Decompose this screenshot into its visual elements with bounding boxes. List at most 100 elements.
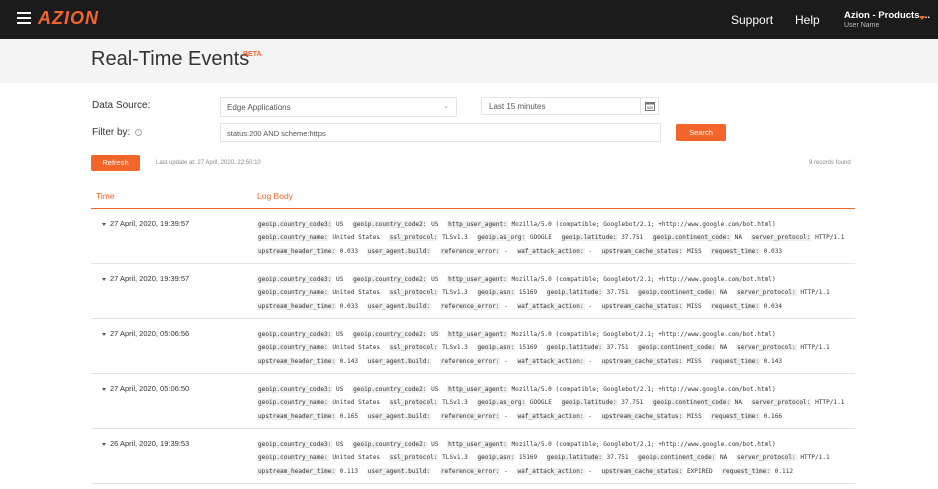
log-field-value: - (588, 247, 592, 255)
log-body: geoip.country_code3: US geoip.country_co… (257, 328, 853, 368)
log-field: geoip.country_name: United States (257, 344, 380, 352)
row-time[interactable]: 27 April, 2020, 19:39:57 (102, 274, 189, 283)
log-field-value: NA (719, 454, 728, 462)
calendar-icon[interactable] (640, 98, 658, 114)
log-field: server_protocol: HTTP/1.1 (736, 344, 830, 352)
log-field-key: waf_attack_action: (516, 357, 585, 365)
log-field-key: geoip.asn: (476, 454, 516, 462)
log-field-key: ssl_protocol: (388, 344, 439, 352)
page-title: Real-Time Events (91, 48, 250, 70)
expand-caret-icon[interactable] (102, 387, 106, 391)
log-field-value: 0.033 (339, 302, 359, 310)
log-field-value: GOOGLE (529, 399, 552, 407)
log-field: server_protocol: HTTP/1.1 (750, 234, 845, 242)
log-field: reference_error: - (439, 412, 508, 420)
log-field-key: upstream_cache_status: (600, 467, 684, 475)
log-field-value: 37.751 (606, 454, 629, 462)
account-menu[interactable]: Azion - Products ... User Name (844, 10, 930, 29)
log-field-key: request_time: (710, 357, 761, 365)
records-count: 9 records found (809, 160, 851, 166)
log-field-value: - (504, 247, 508, 255)
log-field-value: 0.143 (763, 357, 783, 365)
log-field-key: http_user_agent: (447, 221, 508, 228)
log-field: server_protocol: HTTP/1.1 (736, 289, 830, 297)
table-row[interactable]: 27 April, 2020, 19:39:57 geoip.country_co… (91, 209, 855, 264)
log-field-value: US (336, 386, 344, 393)
log-field: geoip.country_code3: US (257, 386, 343, 393)
help-link[interactable]: Help (795, 13, 820, 27)
log-field-value: US (431, 221, 439, 228)
table-row[interactable]: 27 April, 2020, 05:06:50 geoip.country_co… (91, 374, 855, 429)
log-field-value: Mozilla/5.0 (compatible; Googlebot/2.1; … (511, 331, 776, 338)
support-link[interactable]: Support (731, 13, 773, 27)
beta-badge: BETA (243, 51, 262, 58)
log-field: ssl_protocol: TLSv1.3 (388, 399, 468, 407)
log-field-key: request_time: (710, 247, 761, 255)
log-field: geoip.latitude: 37.751 (545, 344, 629, 352)
date-range-input[interactable]: Last 15 minutes (481, 97, 659, 115)
log-field-key: geoip.asn: (476, 289, 516, 297)
log-field: geoip.country_code2: US (352, 276, 438, 283)
log-field: geoip.country_name: United States (257, 399, 380, 407)
row-time[interactable]: 26 April, 2020, 19:39:53 (102, 439, 189, 448)
log-field-value: US (336, 221, 344, 228)
chevron-down-icon[interactable] (919, 16, 925, 20)
log-field: geoip.country_code3: US (257, 441, 343, 448)
log-field-key: reference_error: (439, 302, 501, 310)
log-field: upstream_header_time: 0.143 (257, 357, 358, 365)
column-header-log-body[interactable]: Log Body (257, 191, 293, 201)
log-field-key: user_agent.build: (366, 357, 432, 365)
row-time[interactable]: 27 April, 2020, 19:39:57 (102, 219, 189, 228)
filter-input[interactable]: status:200 AND scheme:https (220, 123, 661, 142)
row-time[interactable]: 27 April, 2020, 05:06:50 (102, 384, 189, 393)
row-time[interactable]: 27 April, 2020, 05:06:56 (102, 329, 189, 338)
log-field: geoip.continent_code: NA (637, 344, 727, 352)
log-field-value: 0.165 (339, 412, 359, 420)
log-field-key: geoip.latitude: (560, 399, 618, 407)
row-time-text: 27 April, 2020, 05:06:56 (110, 329, 190, 338)
info-icon[interactable]: i (135, 128, 143, 136)
log-field-key: geoip.country_code3: (257, 441, 333, 448)
log-field-value: HTTP/1.1 (815, 234, 845, 242)
log-field: geoip.continent_code: NA (651, 399, 742, 407)
expand-caret-icon[interactable] (102, 442, 106, 446)
log-field-value: 15169 (518, 454, 538, 462)
column-header-time[interactable]: Time (96, 191, 115, 201)
filter-value: status:200 AND scheme:https (227, 129, 326, 138)
azion-logo[interactable]: AZION (38, 8, 99, 29)
expand-caret-icon[interactable] (102, 222, 106, 226)
log-field: upstream_header_time: 0.033 (257, 247, 359, 255)
log-field: upstream_cache_status: MISS (600, 412, 702, 420)
log-field: geoip.continent_code: NA (637, 454, 728, 462)
log-field: http_user_agent: Mozilla/5.0 (compatible… (447, 221, 776, 228)
log-field: geoip.as_org: GOOGLE (476, 234, 552, 242)
log-field-value: US (336, 441, 344, 448)
log-field: reference_error: - (439, 302, 508, 310)
log-field: request_time: 0.112 (721, 467, 793, 475)
log-field-key: http_user_agent: (447, 441, 508, 448)
expand-caret-icon[interactable] (102, 332, 106, 336)
log-field: user_agent.build: (366, 357, 435, 365)
data-source-value: Edge Applications (227, 103, 291, 112)
log-field-key: geoip.asn: (476, 344, 516, 352)
log-field-value: 0.033 (339, 247, 359, 255)
log-field-key: geoip.country_name: (257, 344, 329, 352)
menu-icon[interactable] (17, 12, 31, 24)
refresh-button[interactable]: Refresh (91, 155, 140, 171)
table-row[interactable]: 27 April, 2020, 05:06:56 geoip.country_co… (91, 319, 855, 374)
data-source-select[interactable]: Edge Applications ⌄ (220, 97, 457, 117)
log-field-key: waf_attack_action: (516, 467, 585, 475)
log-field-key: user_agent.build: (366, 302, 432, 310)
table-row[interactable]: 26 April, 2020, 19:39:53 geoip.country_co… (91, 429, 855, 484)
search-button[interactable]: Search (676, 124, 726, 141)
log-field: ssl_protocol: TLSv1.3 (388, 289, 468, 297)
log-field-key: geoip.country_code2: (352, 221, 428, 228)
account-username: User Name (844, 22, 880, 29)
log-field-key: geoip.latitude: (545, 454, 603, 462)
log-field-key: geoip.country_code3: (257, 276, 333, 283)
expand-caret-icon[interactable] (102, 277, 106, 281)
log-field-key: user_agent.build: (366, 247, 432, 255)
log-field-key: server_protocol: (736, 289, 797, 297)
table-row[interactable]: 27 April, 2020, 19:39:57 geoip.country_co… (91, 264, 855, 319)
log-field-value: MISS (686, 247, 702, 255)
